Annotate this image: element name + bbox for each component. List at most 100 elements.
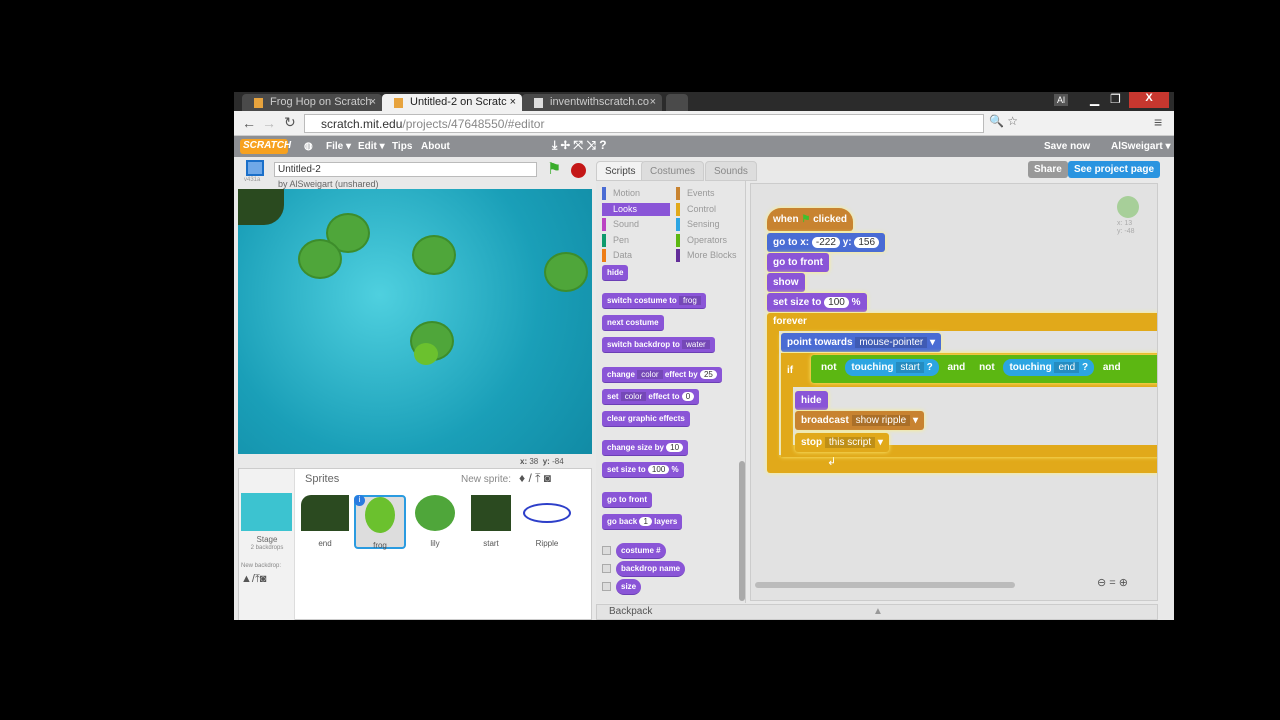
stop-icon[interactable] (571, 163, 586, 178)
checkbox[interactable] (602, 546, 611, 555)
tab-sounds[interactable]: Sounds (705, 161, 757, 181)
green-flag-icon[interactable]: ⚑ (547, 159, 561, 179)
size-input[interactable]: 100 (824, 297, 849, 308)
stop-block[interactable]: stop this script ▾ (795, 433, 889, 452)
close-icon[interactable]: × (650, 96, 656, 108)
see-project-page-button[interactable]: See project page (1068, 161, 1161, 178)
point-towards-block[interactable]: point towards mouse-pointer ▾ (781, 333, 942, 352)
stage-thumbnail[interactable] (241, 493, 292, 531)
close-icon[interactable]: × (510, 96, 516, 108)
edit-tools-icons[interactable]: ⤓ ✢ ⤧ ⤨ ? (552, 138, 607, 153)
tab-frog-hop[interactable]: Frog Hop on Scratch × (242, 94, 382, 111)
block-dropdown[interactable]: color (620, 392, 647, 401)
checkbox[interactable] (602, 564, 611, 573)
extension-icons[interactable]: 🔍 ☆ (989, 114, 1018, 128)
go-to-front-block[interactable]: go to front (767, 253, 829, 272)
zoom-controls[interactable]: ⊖ = ⊕ (1097, 576, 1128, 589)
target-dropdown[interactable]: mouse-pointer (855, 337, 928, 348)
globe-icon[interactable]: ◍ (304, 141, 313, 152)
block-input[interactable]: 0 (681, 392, 695, 401)
frog-sprite[interactable] (414, 343, 438, 365)
block-dropdown[interactable]: frog (679, 296, 701, 305)
sprite-end[interactable]: end (299, 495, 351, 549)
horizontal-scrollbar[interactable] (755, 582, 1015, 588)
sprite-lily[interactable]: lily (409, 495, 461, 549)
hide-block[interactable]: hide (602, 265, 629, 281)
sprite-start[interactable]: start (465, 495, 517, 549)
minimize-icon[interactable]: ▁ (1090, 92, 1099, 106)
tab-scripts[interactable]: Scripts (596, 161, 645, 181)
start-sprite[interactable] (238, 189, 284, 225)
go-to-front-block[interactable]: go to front (602, 492, 652, 508)
share-button[interactable]: Share (1028, 161, 1068, 178)
lily-pad-sprite[interactable] (412, 235, 456, 275)
category-sensing[interactable]: Sensing (676, 218, 744, 231)
fullscreen-icon[interactable] (246, 160, 264, 176)
set-size-block[interactable]: set size to 100 % (767, 293, 867, 312)
go-back-layers-block[interactable]: go back 1 layers (602, 514, 683, 530)
lily-pad-sprite[interactable] (544, 252, 588, 292)
new-sprite-icons[interactable]: ♦ / ⤒ ◙ (519, 471, 551, 486)
category-control[interactable]: Control (676, 202, 744, 216)
block-input[interactable]: 1 (639, 517, 652, 526)
maximize-icon[interactable]: ❐ (1110, 92, 1121, 106)
backpack[interactable]: Backpack ▲ (596, 604, 1158, 620)
clear-graphic-effects-block[interactable]: clear graphic effects (602, 411, 690, 427)
scratch-logo[interactable]: SCRATCH (240, 139, 291, 154)
backdrop-name-reporter[interactable]: backdrop name (616, 561, 686, 577)
info-icon[interactable]: i (354, 495, 365, 506)
y-input[interactable]: 156 (854, 237, 880, 248)
sprite-frog[interactable]: frog i (354, 495, 406, 550)
category-motion[interactable]: Motion (602, 187, 670, 200)
save-now-button[interactable]: Save now (1044, 141, 1090, 152)
category-operators[interactable]: Operators (676, 233, 744, 247)
category-more-blocks[interactable]: More Blocks (676, 249, 744, 262)
close-window-icon[interactable]: X (1129, 92, 1169, 108)
and-operator-block[interactable]: not touching start ? and not touching en… (811, 355, 1157, 383)
lily-pad-sprite[interactable] (298, 239, 342, 279)
block-input[interactable]: 100 (647, 465, 670, 474)
touching-dropdown[interactable]: end (1054, 362, 1080, 373)
forward-icon[interactable]: → (262, 115, 276, 131)
stop-dropdown[interactable]: this script (824, 437, 876, 448)
go-to-xy-block[interactable]: go to x: -222 y: 156 (767, 233, 886, 252)
menu-tips[interactable]: Tips (392, 141, 412, 152)
show-block[interactable]: show (767, 273, 805, 292)
touching-block[interactable]: touching start ? (845, 359, 939, 376)
url-input[interactable]: scratch.mit.edu/projects/47648550/#edito… (304, 114, 984, 133)
user-menu[interactable]: AlSweigart ▾ (1111, 141, 1170, 152)
set-effect-block[interactable]: set color effect to 0 (602, 389, 700, 405)
new-backdrop-icons[interactable]: ▲/⤒◙ (241, 573, 266, 586)
next-costume-block[interactable]: next costume (602, 315, 664, 331)
category-pen[interactable]: Pen (602, 233, 670, 247)
reload-icon[interactable]: ↻ (284, 114, 296, 131)
menu-about[interactable]: About (421, 141, 450, 152)
block-input[interactable]: 10 (666, 443, 684, 452)
block-input[interactable]: 25 (699, 370, 717, 379)
checkbox[interactable] (602, 582, 611, 591)
costume-reporter[interactable]: costume # (616, 543, 666, 559)
palette-scrollbar[interactable] (739, 461, 745, 601)
block-dropdown[interactable]: water (682, 340, 710, 349)
category-sound[interactable]: Sound (602, 218, 670, 231)
switch-costume-block[interactable]: switch costume to frog (602, 293, 706, 309)
menu-icon[interactable]: ≡ (1154, 114, 1162, 130)
x-input[interactable]: -222 (811, 237, 840, 248)
category-data[interactable]: Data (602, 249, 670, 262)
category-looks[interactable]: Looks (602, 202, 670, 216)
touching-block[interactable]: touching end ? (1003, 359, 1095, 376)
menu-file[interactable]: File ▾ (326, 141, 351, 152)
broadcast-block[interactable]: broadcast show ripple ▾ (795, 411, 924, 430)
category-events[interactable]: Events (676, 187, 744, 200)
message-dropdown[interactable]: show ripple (851, 415, 911, 426)
close-icon[interactable]: × (370, 96, 376, 108)
change-size-block[interactable]: change size by 10 (602, 440, 689, 456)
tab-untitled-2[interactable]: Untitled-2 on Scratc × (382, 94, 522, 111)
when-flag-clicked-block[interactable]: when ⚑ clicked (767, 208, 854, 231)
set-size-block[interactable]: set size to 100 % (602, 462, 684, 478)
stage-canvas[interactable] (238, 189, 592, 454)
tab-inventwithscratch[interactable]: inventwithscratch.co × (522, 94, 662, 111)
size-reporter[interactable]: size (616, 579, 642, 595)
tab-costumes[interactable]: Costumes (641, 161, 705, 181)
scripts-area[interactable]: x: 13 y: -48 when ⚑ clicked go to x: -22… (750, 183, 1158, 601)
